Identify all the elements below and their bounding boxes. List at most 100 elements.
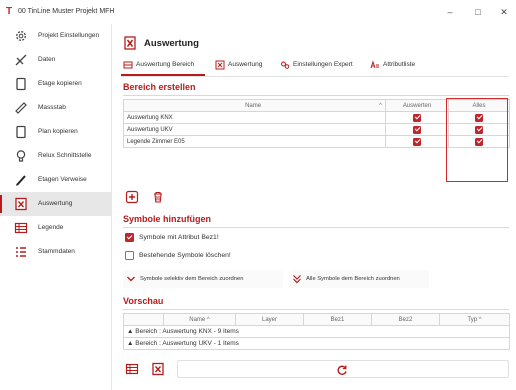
button-label: Alle Symbole dem Bereich zuordnen: [306, 276, 400, 282]
column-header-typ[interactable]: Typ ^: [439, 313, 510, 326]
sidebar-item-label: Plan kopieren: [38, 128, 78, 135]
option-label: Bestehende Symbole löschen!: [139, 252, 231, 259]
sidebar-item-daten[interactable]: Daten: [0, 48, 112, 72]
assign-all-button[interactable]: Alle Symbole dem Bereich zuordnen: [289, 270, 429, 288]
column-header-label: Typ: [467, 316, 478, 323]
tab-label: Auswertung: [228, 61, 263, 68]
close-button[interactable]: ✕: [494, 5, 514, 19]
sidebar-item-etagen-verweise[interactable]: Etagen Verweise: [0, 168, 112, 192]
group-label: Bereich : Auswertung KNX - 9 Items: [135, 328, 239, 335]
sort-icon[interactable]: ^: [477, 317, 482, 323]
area-icon: [123, 61, 133, 69]
section-title-vorschau: Vorschau: [123, 296, 164, 306]
auswerten-cell[interactable]: [385, 123, 449, 136]
column-header-auswerten[interactable]: Auswerten: [385, 99, 449, 112]
sidebar-item-label: Etage kopieren: [38, 80, 82, 87]
section-divider: [123, 227, 509, 228]
option-checkbox[interactable]: [125, 251, 134, 260]
copy-plan-icon: [16, 125, 26, 139]
column-header-blank: [123, 313, 164, 326]
page-title: Auswertung: [144, 38, 199, 49]
legend-table-icon: [14, 222, 28, 234]
sidebar-item-label: Stammdaten: [38, 248, 75, 255]
sidebar-item-label: Projekt Einstellungen: [38, 32, 100, 39]
tab-label: Attributliste: [383, 61, 416, 68]
sidebar-item-auswertung[interactable]: Auswertung: [0, 192, 112, 216]
vorschau-table: Name ^ Layer Bez1 Bez2 Typ ^ ▲ Bereich :…: [123, 313, 510, 350]
column-header-name[interactable]: Name ^: [163, 313, 236, 326]
auswerten-cell[interactable]: [385, 135, 449, 148]
window-titlebar: T 00 TinLine Muster Projekt MFH – □ ✕: [0, 0, 516, 24]
option-checkbox[interactable]: [125, 233, 134, 242]
main-panel: Auswertung Auswertung Bereich Auswertung…: [113, 24, 516, 390]
attribute-list-icon: [370, 60, 379, 69]
auswerten-cell[interactable]: [385, 111, 449, 124]
minimize-button[interactable]: –: [440, 5, 460, 19]
copy-floor-icon: [16, 77, 26, 91]
sidebar-item-label: Relux Schnittstelle: [38, 152, 92, 159]
row-name[interactable]: Auswertung KNX: [123, 111, 386, 124]
tab-label: Auswertung Bereich: [136, 61, 195, 68]
sidebar-item-label: Auswertung: [38, 200, 73, 207]
auswerten-checkbox[interactable]: [413, 113, 421, 122]
section-title-symbole: Symbole hinzufügen: [123, 214, 212, 224]
section-title-bereich: Bereich erstellen: [123, 82, 196, 92]
row-name[interactable]: Legende Zimmer E05: [123, 135, 386, 148]
sidebar-item-stammdaten[interactable]: Stammdaten: [0, 240, 112, 264]
section-divider: [123, 309, 509, 310]
auswerten-checkbox[interactable]: [413, 125, 421, 134]
column-header-label: Name: [245, 102, 262, 109]
settings-expert-icon: [281, 61, 290, 69]
maximize-button[interactable]: □: [468, 5, 488, 19]
tab-label: Einstellungen Expert: [293, 61, 353, 68]
excel-export-icon[interactable]: [151, 362, 165, 376]
sidebar-item-label: Legende: [38, 224, 64, 231]
sort-icon[interactable]: ^: [205, 317, 210, 323]
column-header-bez1[interactable]: Bez1: [303, 313, 372, 326]
excel-icon: [215, 60, 225, 70]
group-row[interactable]: ▲ Bereich : Auswertung KNX - 9 Items: [123, 325, 510, 338]
sidebar-item-label: Etagen Verweise: [38, 176, 87, 183]
sidebar-item-projekt-einstellungen[interactable]: Projekt Einstellungen: [0, 24, 112, 48]
sidebar: Projekt Einstellungen Daten Etage kopier…: [0, 24, 112, 390]
refresh-bar[interactable]: [177, 360, 509, 378]
expand-toggle-icon[interactable]: ▲: [127, 328, 133, 335]
sidebar-item-etage-kopieren[interactable]: Etage kopieren: [0, 72, 112, 96]
gear-icon: [16, 31, 26, 41]
auswerten-checkbox[interactable]: [413, 137, 421, 146]
sidebar-item-relux-schnittstelle[interactable]: Relux Schnittstelle: [0, 144, 112, 168]
column-header-bez2[interactable]: Bez2: [371, 313, 440, 326]
add-bereich-icon[interactable]: [125, 190, 139, 204]
ruler-icon: [15, 102, 27, 114]
sidebar-item-label: Daten: [38, 56, 56, 63]
row-name[interactable]: Auswertung UKV: [123, 123, 386, 136]
expand-toggle-icon[interactable]: ▲: [127, 340, 133, 347]
assign-selective-button[interactable]: Symbole selektiv dem Bereich zuordnen: [123, 270, 283, 288]
trash-icon[interactable]: [151, 190, 165, 204]
excel-icon: [15, 197, 27, 211]
excel-icon: [124, 36, 136, 50]
sidebar-item-label: Massstab: [38, 104, 66, 111]
pen-icon: [16, 175, 26, 186]
app-logo: T: [6, 6, 13, 17]
window-title: 00 TinLine Muster Projekt MFH: [18, 8, 115, 15]
column-header-layer[interactable]: Layer: [235, 313, 304, 326]
tab-divider: [121, 76, 509, 77]
refresh-icon[interactable]: [336, 364, 348, 376]
list-icon: [16, 247, 26, 257]
double-chevron-down-icon: [293, 275, 301, 284]
sidebar-item-legende[interactable]: Legende: [0, 216, 112, 240]
column-header-name[interactable]: Name ^: [123, 99, 386, 112]
section-divider: [123, 95, 509, 96]
group-label: Bereich : Auswertung UKV - 1 Items: [135, 340, 239, 347]
legend-table-icon[interactable]: [125, 362, 139, 376]
chevron-down-icon: [127, 276, 135, 282]
sidebar-item-plan-kopieren[interactable]: Plan kopieren: [0, 120, 112, 144]
option-label: Symbole mit Attribut Bez1!: [139, 234, 219, 241]
lightbulb-icon: [16, 150, 26, 162]
pencil-ruler-icon: [15, 54, 27, 66]
sidebar-item-massstab[interactable]: Massstab: [0, 96, 112, 120]
sort-up-icon[interactable]: ^: [379, 103, 382, 109]
group-row[interactable]: ▲ Bereich : Auswertung UKV - 1 Items: [123, 337, 510, 350]
alles-highlight-box: [446, 98, 508, 182]
